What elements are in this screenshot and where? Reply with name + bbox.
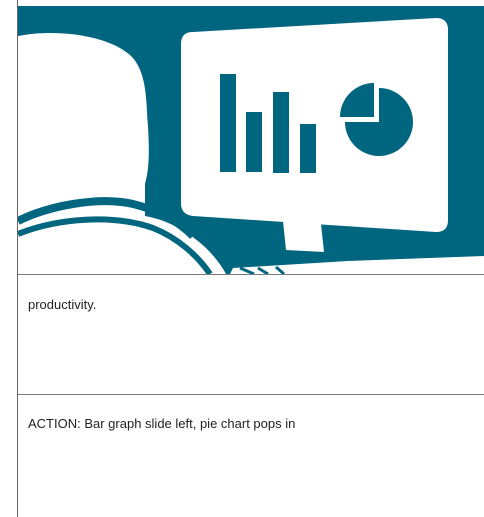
person-at-monitor-icon bbox=[18, 18, 484, 274]
action-text: ACTION: Bar graph slide left, pie chart … bbox=[28, 416, 296, 431]
bar bbox=[220, 74, 236, 172]
bar bbox=[273, 92, 289, 173]
narration-text: productivity. bbox=[28, 297, 97, 312]
bar bbox=[246, 112, 262, 172]
bar bbox=[300, 124, 316, 173]
panel-divider bbox=[18, 394, 484, 395]
storyboard-panel: productivity. ACTION: Bar graph slide le… bbox=[17, 0, 484, 517]
storyboard-illustration bbox=[18, 6, 484, 274]
panel-divider bbox=[18, 274, 484, 275]
